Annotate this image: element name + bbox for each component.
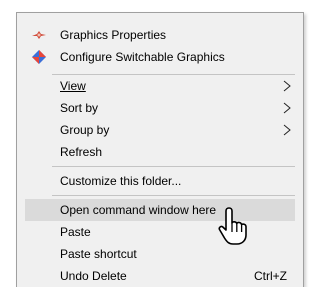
menu-item-label: Configure Switchable Graphics — [60, 50, 225, 64]
menu-item-label: View — [60, 79, 86, 93]
context-menu: Graphics Properties Configure Switchable… — [16, 12, 304, 287]
menu-item-label: Paste — [60, 225, 91, 239]
menu-item-group-by[interactable]: Group by — [25, 119, 295, 141]
menu-item-label: Undo Delete — [60, 269, 127, 283]
menu-item-configure-switchable-graphics[interactable]: Configure Switchable Graphics — [25, 46, 295, 68]
menu-item-label: Refresh — [60, 145, 103, 159]
menu-item-label: Group by — [60, 123, 110, 137]
menu-item-label: Paste shortcut — [60, 247, 137, 261]
menu-item-paste[interactable]: Paste — [25, 221, 295, 243]
menu-item-customize-folder[interactable]: Customize this folder... — [25, 170, 295, 192]
menu-item-graphics-properties[interactable]: Graphics Properties — [25, 24, 295, 46]
hand-pointer-icon — [218, 207, 247, 245]
menu-separator — [52, 166, 295, 167]
graphics-properties-icon — [32, 31, 46, 39]
chevron-right-icon — [283, 102, 291, 114]
switchable-graphics-icon — [32, 50, 46, 64]
menu-item-open-command-window[interactable]: Open command window here — [25, 199, 295, 221]
menu-item-label: Open command window here — [60, 203, 217, 217]
menu-item-undo-delete[interactable]: Undo Delete Ctrl+Z — [25, 265, 295, 287]
chevron-right-icon — [283, 124, 291, 136]
menu-item-label: Customize this folder... — [60, 174, 182, 188]
menu-item-paste-shortcut[interactable]: Paste shortcut — [25, 243, 295, 265]
menu-item-refresh[interactable]: Refresh — [25, 141, 295, 163]
chevron-right-icon — [283, 80, 291, 92]
menu-item-label: Graphics Properties — [60, 28, 167, 42]
menu-item-label: Sort by — [60, 101, 99, 115]
menu-item-sort-by[interactable]: Sort by — [25, 97, 295, 119]
menu-separator — [52, 195, 295, 196]
menu-item-shortcut: Ctrl+Z — [254, 269, 287, 283]
menu-item-view[interactable]: View — [25, 75, 295, 97]
